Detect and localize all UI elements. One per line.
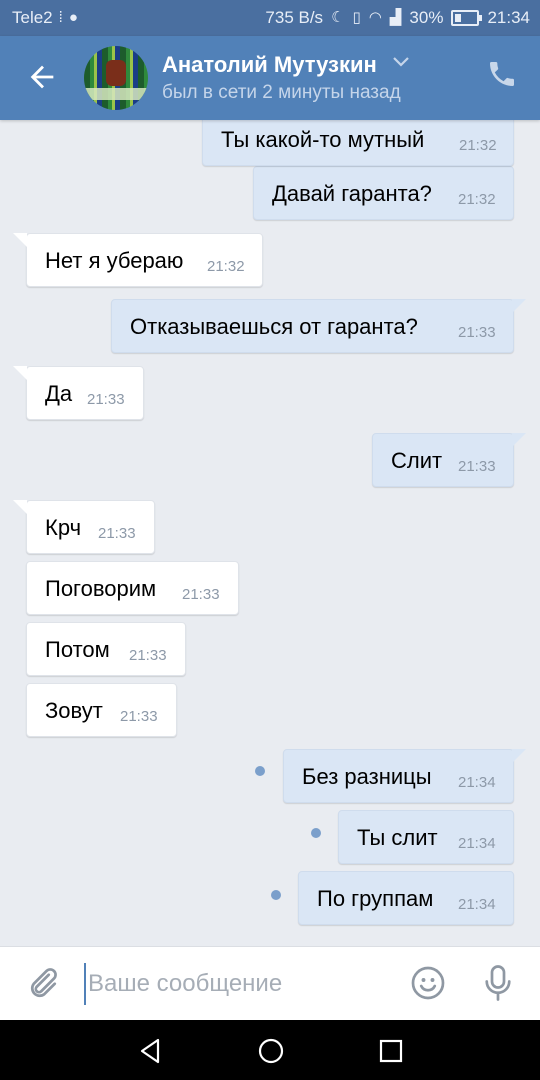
message-time: 21:33 bbox=[120, 708, 158, 725]
bubble-tail bbox=[512, 299, 526, 313]
message-time: 21:32 bbox=[458, 191, 496, 208]
chat-bubble-icon: ● bbox=[68, 9, 78, 26]
message-text: Слит bbox=[391, 448, 443, 473]
status-bar: Tele2 ⁞ ● 735 B/s ☾ ▯ ◠ ▟ 30% 21:34 bbox=[0, 0, 540, 36]
message-text: Потом bbox=[45, 637, 110, 662]
message-time: 21:32 bbox=[459, 137, 497, 154]
signal-icon: ▟ bbox=[389, 9, 402, 26]
message-text: Давай гаранта? bbox=[272, 181, 432, 206]
message-time: 21:33 bbox=[129, 647, 167, 664]
carrier-label: Tele2 bbox=[12, 8, 53, 27]
message-text: Ты какой-то мутный bbox=[221, 127, 425, 152]
smiley-icon[interactable] bbox=[410, 965, 448, 1003]
message-text: Без разницы bbox=[302, 764, 432, 789]
avatar[interactable] bbox=[84, 46, 148, 110]
message-time: 21:34 bbox=[458, 896, 496, 913]
avatar-banner bbox=[84, 88, 148, 100]
network-speed: 735 B/s bbox=[265, 8, 324, 27]
back-triangle-icon[interactable] bbox=[136, 1036, 166, 1066]
last-seen-status: был в сети 2 минуты назад bbox=[162, 82, 401, 103]
status-right: 735 B/s ☾ ▯ ◠ ▟ 30% 21:34 bbox=[265, 8, 530, 28]
message-time: 21:32 bbox=[207, 258, 245, 275]
bubble-tail bbox=[13, 366, 27, 380]
home-circle-icon[interactable] bbox=[256, 1036, 286, 1066]
message-text: Да bbox=[45, 381, 73, 406]
message-time: 21:34 bbox=[458, 835, 496, 852]
incoming-message[interactable]: Потом 21:33 bbox=[26, 622, 186, 676]
system-navigation-bar bbox=[0, 1020, 540, 1080]
message-text: Поговорим bbox=[45, 576, 157, 601]
wifi-icon: ◠ bbox=[368, 9, 382, 26]
unread-indicator bbox=[311, 828, 321, 838]
status-left: Tele2 ⁞ ● bbox=[12, 8, 78, 28]
message-input[interactable] bbox=[84, 963, 390, 1005]
message-time: 21:34 bbox=[458, 774, 496, 791]
bubble-tail bbox=[512, 433, 526, 447]
outgoing-message[interactable]: Без разницы 21:34 bbox=[283, 749, 514, 803]
outgoing-message[interactable]: Ты слит 21:34 bbox=[338, 810, 514, 864]
moon-icon: ☾ bbox=[331, 9, 345, 26]
arrow-left-icon[interactable] bbox=[22, 60, 62, 96]
incoming-message[interactable]: Крч 21:33 bbox=[26, 500, 155, 554]
outgoing-message[interactable]: Давай гаранта? 21:32 bbox=[253, 166, 514, 220]
paperclip-icon[interactable] bbox=[24, 965, 62, 1003]
battery-percent: 30% bbox=[409, 8, 444, 27]
message-text: По группам bbox=[317, 886, 434, 911]
message-time: 21:33 bbox=[87, 391, 125, 408]
avatar-figure bbox=[106, 60, 126, 86]
message-text: Зовут bbox=[45, 698, 103, 723]
message-time: 21:33 bbox=[182, 586, 220, 603]
chat-header: Анатолий Мутузкин был в сети 2 минуты на… bbox=[0, 36, 540, 120]
message-time: 21:33 bbox=[458, 324, 496, 341]
incoming-message[interactable]: Да 21:33 bbox=[26, 366, 144, 420]
outgoing-message[interactable]: Слит 21:33 bbox=[372, 433, 514, 487]
unread-indicator bbox=[255, 766, 265, 776]
vibrate-icon: ▯ bbox=[352, 9, 361, 26]
recents-square-icon[interactable] bbox=[376, 1036, 406, 1066]
outgoing-message[interactable]: Ты какой-то мутный 21:32 bbox=[202, 112, 514, 166]
message-text: Крч bbox=[45, 515, 82, 540]
footsteps-icon: ⁞ bbox=[58, 9, 63, 26]
phone-icon[interactable] bbox=[486, 58, 526, 98]
bubble-tail bbox=[512, 749, 526, 763]
contact-name[interactable]: Анатолий Мутузкин bbox=[162, 52, 377, 78]
clock: 21:34 bbox=[487, 8, 530, 27]
incoming-message[interactable]: Нет я убераю 21:32 bbox=[26, 233, 263, 287]
message-time: 21:33 bbox=[98, 525, 136, 542]
outgoing-message[interactable]: Отказываешься от гаранта? 21:33 bbox=[111, 299, 514, 353]
unread-indicator bbox=[271, 890, 281, 900]
bubble-tail bbox=[13, 500, 27, 514]
message-composer bbox=[0, 946, 540, 1021]
incoming-message[interactable]: Зовут 21:33 bbox=[26, 683, 177, 737]
incoming-message[interactable]: Поговорим 21:33 bbox=[26, 561, 239, 615]
bubble-tail bbox=[13, 233, 27, 247]
chevron-down-icon[interactable] bbox=[392, 52, 410, 73]
outgoing-message[interactable]: По группам 21:34 bbox=[298, 871, 514, 925]
microphone-icon[interactable] bbox=[480, 963, 518, 1005]
message-text: Ты слит bbox=[357, 825, 438, 850]
message-text: Нет я убераю bbox=[45, 248, 184, 273]
message-time: 21:33 bbox=[458, 458, 496, 475]
message-text: Отказываешься от гаранта? bbox=[130, 314, 418, 339]
battery-icon bbox=[451, 10, 483, 26]
